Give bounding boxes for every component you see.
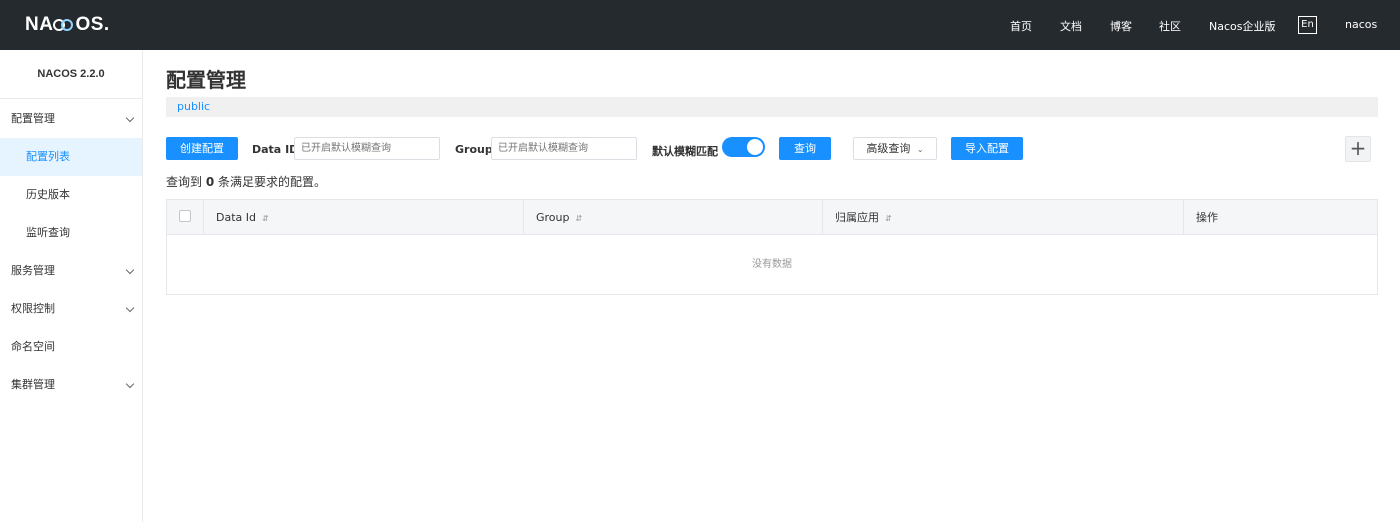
sidebar-item-config-list[interactable]: 配置列表 <box>0 138 142 176</box>
chevron-down-icon <box>125 113 135 123</box>
sort-icon[interactable]: ⇵ <box>885 214 892 223</box>
nav-enterprise[interactable]: Nacos企业版 <box>1209 18 1275 34</box>
sort-icon[interactable]: ⇵ <box>576 214 583 223</box>
sidebar-item-access-control[interactable]: 权限控制 <box>0 290 142 328</box>
namespace-bar: public <box>166 97 1378 117</box>
user-name[interactable]: nacos <box>1345 18 1377 31</box>
result-count: 查询到 0 条满足要求的配置。 <box>166 175 327 189</box>
sidebar-item-service-management[interactable]: 服务管理 <box>0 252 142 290</box>
fuzzy-match-label: 默认模糊匹配 <box>652 145 718 158</box>
column-group[interactable]: Group ⇵ <box>524 200 823 235</box>
logo-text-right: OS. <box>75 14 110 35</box>
version-label: NACOS 2.2.0 <box>0 50 142 99</box>
nav-docs[interactable]: 文档 <box>1060 18 1082 34</box>
add-icon[interactable]: + <box>1345 136 1371 162</box>
sidebar-item-cluster-management[interactable]: 集群管理 <box>0 366 142 404</box>
chevron-down-icon <box>125 379 135 389</box>
sidebar-item-label: 权限控制 <box>11 302 55 315</box>
chevron-down-icon <box>125 265 135 275</box>
logo-ring-icon <box>53 18 75 32</box>
sidebar-item-label: 集群管理 <box>11 378 55 391</box>
nav-community[interactable]: 社区 <box>1159 18 1181 34</box>
column-app[interactable]: 归属应用 ⇵ <box>823 200 1184 235</box>
advanced-query-label: 高级查询 <box>866 142 911 155</box>
column-data-id[interactable]: Data Id ⇵ <box>204 200 524 235</box>
sidebar-item-label: 配置管理 <box>11 112 55 125</box>
chevron-down-icon: ⌄ <box>916 145 924 154</box>
nacos-logo[interactable]: NA OS. <box>25 14 110 36</box>
group-label: Group <box>455 143 493 156</box>
logo-text-left: NA <box>25 14 54 35</box>
query-button[interactable]: 查询 <box>779 137 831 160</box>
fuzzy-match-toggle[interactable] <box>722 137 765 157</box>
result-count-value: 0 <box>205 175 215 189</box>
sidebar-item-label: 命名空间 <box>11 340 55 353</box>
import-config-button[interactable]: 导入配置 <box>951 137 1023 160</box>
sidebar-item-listener-query[interactable]: 监听查询 <box>0 214 142 252</box>
sidebar-item-label: 监听查询 <box>26 226 70 239</box>
page-title: 配置管理 <box>166 68 246 92</box>
table-header: Data Id ⇵ Group ⇵ 归属应用 ⇵ 操作 <box>167 200 1377 235</box>
sidebar-item-namespace[interactable]: 命名空间 <box>0 328 142 366</box>
config-table: Data Id ⇵ Group ⇵ 归属应用 ⇵ 操作 没有数据 <box>166 199 1378 295</box>
sidebar-item-label: 服务管理 <box>11 264 55 277</box>
data-id-input[interactable] <box>294 137 440 160</box>
sort-icon[interactable]: ⇵ <box>262 214 269 223</box>
sidebar-item-label: 历史版本 <box>26 188 70 201</box>
sidebar-item-history[interactable]: 历史版本 <box>0 176 142 214</box>
sidebar: NACOS 2.2.0 配置管理 配置列表 历史版本 监听查询 服务管理 权限控… <box>0 50 143 522</box>
namespace-public[interactable]: public <box>177 100 210 113</box>
sidebar-item-config-management[interactable]: 配置管理 <box>0 100 142 138</box>
toggle-knob <box>747 139 763 155</box>
select-all-cell <box>167 200 204 235</box>
nav-home[interactable]: 首页 <box>1010 18 1032 34</box>
column-actions: 操作 <box>1196 211 1218 224</box>
language-switch[interactable]: En <box>1298 16 1317 34</box>
group-input[interactable] <box>491 137 637 160</box>
chevron-down-icon <box>125 303 135 313</box>
empty-state: 没有数据 <box>752 259 792 270</box>
advanced-query-select[interactable]: 高级查询 ⌄ <box>853 137 937 160</box>
select-all-checkbox[interactable] <box>179 210 191 222</box>
top-navbar: NA OS. 首页 文档 博客 社区 Nacos企业版 En nacos <box>0 0 1400 50</box>
nav-blog[interactable]: 博客 <box>1110 18 1132 34</box>
data-id-label: Data ID <box>252 143 299 156</box>
create-config-button[interactable]: 创建配置 <box>166 137 238 160</box>
sidebar-item-label: 配置列表 <box>26 150 70 163</box>
